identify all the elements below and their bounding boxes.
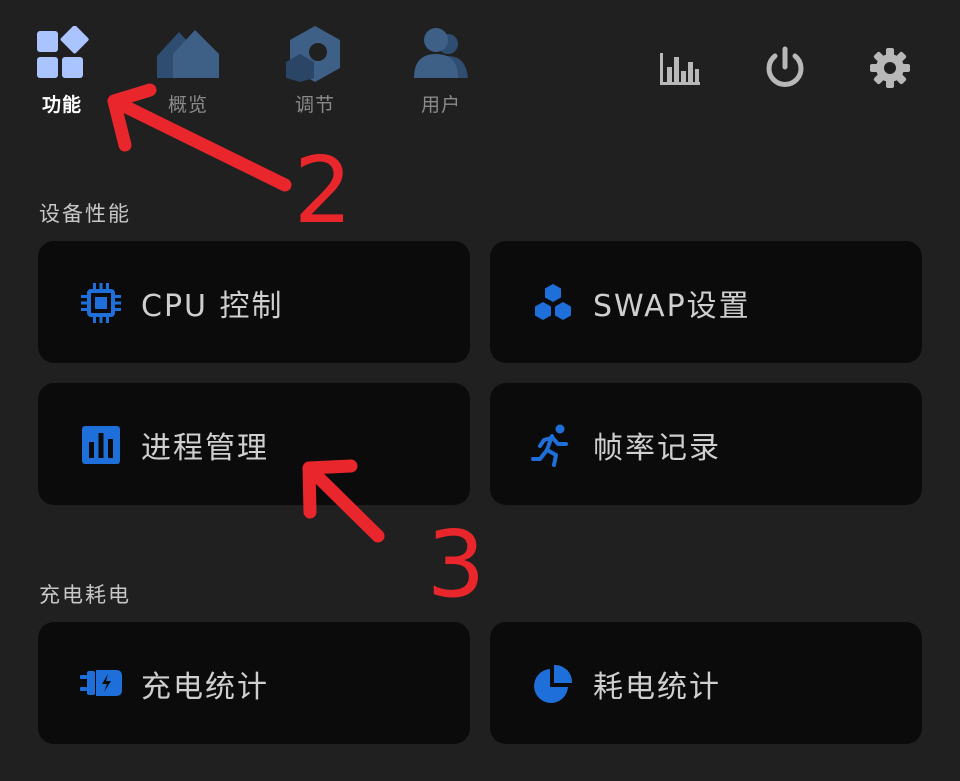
tune-icon xyxy=(286,26,340,82)
running-icon xyxy=(531,424,568,467)
settings-button[interactable] xyxy=(865,43,915,93)
card-label: 充电统计 xyxy=(141,670,269,705)
card-process-management[interactable]: 进程管理 xyxy=(38,383,470,505)
bar-chart-icon xyxy=(660,53,700,85)
user-icon xyxy=(414,28,468,78)
card-label: SWAP设置 xyxy=(593,289,751,324)
swap-icon xyxy=(535,284,571,320)
card-charging-stats[interactable]: 充电统计 xyxy=(38,622,470,744)
section-title-charging-consumption: 充电耗电 xyxy=(39,583,131,607)
charging-icon xyxy=(80,670,122,696)
tab-adjust[interactable]: 调节 xyxy=(270,26,360,121)
pie-chart-icon xyxy=(534,664,573,703)
power-icon xyxy=(766,46,804,87)
power-button[interactable] xyxy=(760,43,810,93)
tab-label: 用户 xyxy=(420,94,461,116)
home-icon xyxy=(157,30,219,78)
card-framerate-record[interactable]: 帧率记录 xyxy=(490,383,922,505)
annotation-label: 3 xyxy=(427,511,486,618)
tab-label: 调节 xyxy=(294,94,335,116)
tab-label: 功能 xyxy=(41,94,82,116)
annotation-label: 2 xyxy=(294,137,353,244)
tab-functions[interactable]: 功能 xyxy=(17,26,107,121)
card-swap-settings[interactable]: SWAP设置 xyxy=(490,241,922,363)
cpu-icon xyxy=(81,283,121,323)
card-label: 帧率记录 xyxy=(593,431,721,466)
tab-label: 概览 xyxy=(167,94,208,116)
apps-icon xyxy=(37,26,89,78)
top-navigation: 功能 概览 调节 用户 xyxy=(0,0,960,125)
tab-overview[interactable]: 概览 xyxy=(143,26,233,121)
section-title-device-performance: 设备性能 xyxy=(39,202,131,226)
tab-user[interactable]: 用户 xyxy=(396,26,486,121)
stats-button[interactable] xyxy=(655,43,705,93)
card-label: 耗电统计 xyxy=(593,670,721,705)
card-label: 进程管理 xyxy=(141,431,269,466)
process-icon xyxy=(82,426,120,464)
card-cpu-control[interactable]: CPU 控制 xyxy=(38,241,470,363)
gear-icon xyxy=(870,48,910,88)
card-label: CPU 控制 xyxy=(141,289,284,324)
card-consumption-stats[interactable]: 耗电统计 xyxy=(490,622,922,744)
